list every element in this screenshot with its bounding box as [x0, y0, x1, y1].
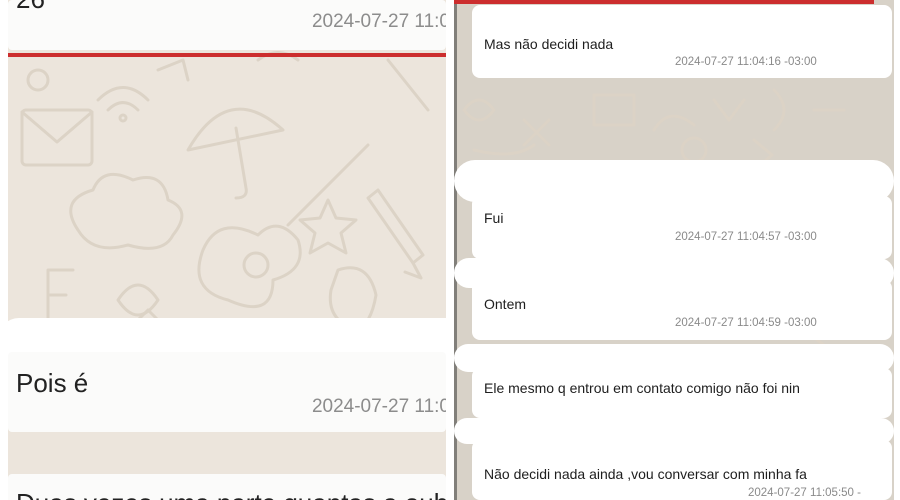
message-timestamp: 2024-07-27 11:0 [311, 11, 446, 32]
message-text: Duas vezes uma parte quantas a oub [16, 488, 446, 500]
message-text: 26 [16, 0, 45, 15]
message-text: Mas não decidi nada [484, 36, 614, 52]
message-timestamp: 2024-07-27 11:04:16 -03:00 [675, 56, 817, 68]
message-bubble: Não decidi nada ainda ,vou conversar com… [472, 440, 892, 500]
message-text: Não decidi nada ainda ,vou conversar com… [484, 466, 807, 482]
message-bubble: Fui 2024-07-27 11:04:57 -03:00 [472, 196, 892, 259]
message-bubble: Pois é 2024-07-27 11:0 [8, 352, 446, 432]
message-text: Pois é [16, 368, 89, 398]
message-bubble: Ele mesmo q entrou em contato comigo não… [472, 368, 892, 418]
message-bubble: Ontem 2024-07-27 11:04:59 -03:00 [472, 280, 892, 340]
left-chat-panel: 26 2024-07-27 11:0 Pois é 2024-07-27 11:… [8, 0, 446, 500]
message-timestamp: 2024-07-27 11:05:50 - [748, 487, 861, 499]
message-bubble: Mas não decidi nada 2024-07-27 11:04:16 … [472, 5, 892, 78]
right-chat-panel: Mas não decidi nada 2024-07-27 11:04:16 … [454, 0, 894, 500]
message-timestamp: 2024-07-27 11:04:57 -03:00 [675, 231, 817, 243]
message-text: Ele mesmo q entrou em contato comigo não… [484, 380, 800, 396]
message-bubble: Duas vezes uma parte quantas a oub [8, 474, 446, 500]
red-separator-line [8, 53, 446, 57]
message-bubble: 26 2024-07-27 11:0 [8, 0, 446, 50]
message-text: Ontem [484, 296, 527, 312]
message-text: Fui [484, 210, 504, 226]
message-timestamp: 2024-07-27 11:04:59 -03:00 [675, 317, 817, 329]
message-timestamp: 2024-07-27 11:0 [311, 396, 446, 417]
red-separator-line [454, 0, 874, 4]
